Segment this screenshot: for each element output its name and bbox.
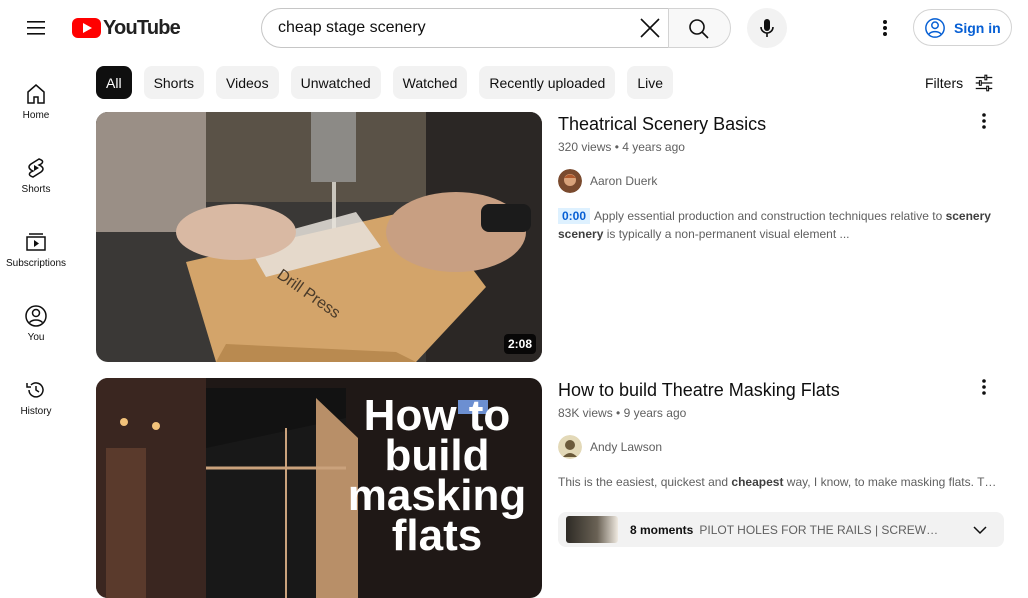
sidebar-item-label: Shorts [21,184,51,195]
more-options-icon[interactable] [872,14,898,42]
timestamp-link[interactable]: 0:00 [558,208,591,224]
account-icon [925,17,945,38]
history-icon [26,382,44,398]
sidebar-item-label: Home [22,110,50,121]
filter-chips: All Shorts Videos Unwatched Watched Rece… [96,66,674,99]
sidebar-item-label: History [20,406,52,417]
hamburger-menu-icon[interactable] [20,12,52,44]
channel-avatar [558,169,582,193]
description-text: is typically a non-permanent visual elem… [603,227,850,241]
sidebar-item-label: Subscriptions [5,258,67,269]
sidebar-item-label: You [27,332,45,343]
video-duration: 2:08 [503,334,536,354]
subscriptions-icon [26,233,46,251]
description-text: way, I know, to make masking flats. The… [783,475,1002,489]
filters-label: Filters [925,75,964,91]
upload-age: 9 years ago [623,406,687,420]
search-input[interactable] [278,19,618,37]
chip-recently-uploaded[interactable]: Recently uploaded [479,66,616,99]
moments-count: 8 moments [630,522,694,537]
view-count: 320 views [558,140,612,154]
home-icon [27,84,45,104]
chip-all[interactable]: All [96,66,132,99]
video-title[interactable]: Theatrical Scenery Basics [558,114,766,135]
description-text: This is the easiest, quickest and [558,475,732,489]
channel-name: Aaron Duerk [590,174,658,188]
video-meta: 83K views • 9 years ago [558,406,687,420]
chip-videos[interactable]: Videos [216,66,279,99]
video-menu-icon[interactable] [972,109,996,133]
key-moments-bar[interactable]: 8 moments PILOT HOLES FOR THE RAILS | SC… [558,512,1004,547]
video-description: This is the easiest, quickest and cheape… [558,473,1002,491]
channel-link[interactable]: Aaron Duerk [558,169,657,193]
filter-sliders-icon [975,74,993,92]
video-meta: 320 views • 4 years ago [558,140,685,154]
chip-unwatched[interactable]: Unwatched [290,66,381,99]
microphone-icon [760,19,774,37]
upload-age: 4 years ago [622,140,685,154]
voice-search-button[interactable] [747,8,787,48]
search-button[interactable] [668,8,731,48]
channel-name: Andy Lawson [590,440,663,454]
sidebar-item-subscriptions[interactable]: Subscriptions [0,220,72,292]
clear-search-icon[interactable] [636,14,664,42]
video-thumbnail[interactable]: How to build masking flats [96,378,542,598]
sign-in-label: Sign in [954,19,1001,36]
description-text: Apply essential production and construct… [594,209,946,223]
sidebar-item-shorts[interactable]: Shorts [0,146,72,218]
description-keyword: scenery [945,209,991,223]
chip-shorts[interactable]: Shorts [143,66,205,99]
chevron-down-icon [973,526,987,535]
sign-in-button[interactable]: Sign in [913,9,1012,46]
video-thumbnail[interactable]: Drill Press 2:08 [96,112,542,362]
search-icon [689,19,709,39]
filters-button[interactable]: Filters [925,73,995,93]
channel-link[interactable]: Andy Lawson [558,435,662,459]
thumbnail-overlay-text: How to build masking flats [347,391,527,560]
moment-title: PILOT HOLES FOR THE RAILS | SCREW… [699,522,939,537]
top-bar: YouTube Sign in [0,0,1028,56]
sidebar-item-you[interactable]: You [0,294,72,366]
video-description: 0:00 Apply essential production and const… [558,207,1002,243]
sidebar-item-history[interactable]: History [0,368,72,440]
logo-text: YouTube [103,16,181,39]
channel-avatar [558,435,582,459]
you-icon [25,305,47,327]
description-keyword: scenery [558,227,604,241]
video-title[interactable]: How to build Theatre Masking Flats [558,380,840,401]
search-box [261,8,669,48]
chip-watched[interactable]: Watched [392,66,468,99]
description-keyword: cheapest [731,475,784,489]
youtube-logo[interactable]: YouTube [72,16,181,40]
moment-thumbnail [566,516,618,543]
youtube-play-icon [72,18,101,38]
shorts-icon [28,158,44,178]
view-count: 83K views [558,406,613,420]
video-menu-icon[interactable] [972,375,996,399]
sidebar-item-home[interactable]: Home [0,72,72,144]
chip-live[interactable]: Live [627,66,674,99]
drill-press-thumbnail-image: Drill Press [96,112,542,362]
